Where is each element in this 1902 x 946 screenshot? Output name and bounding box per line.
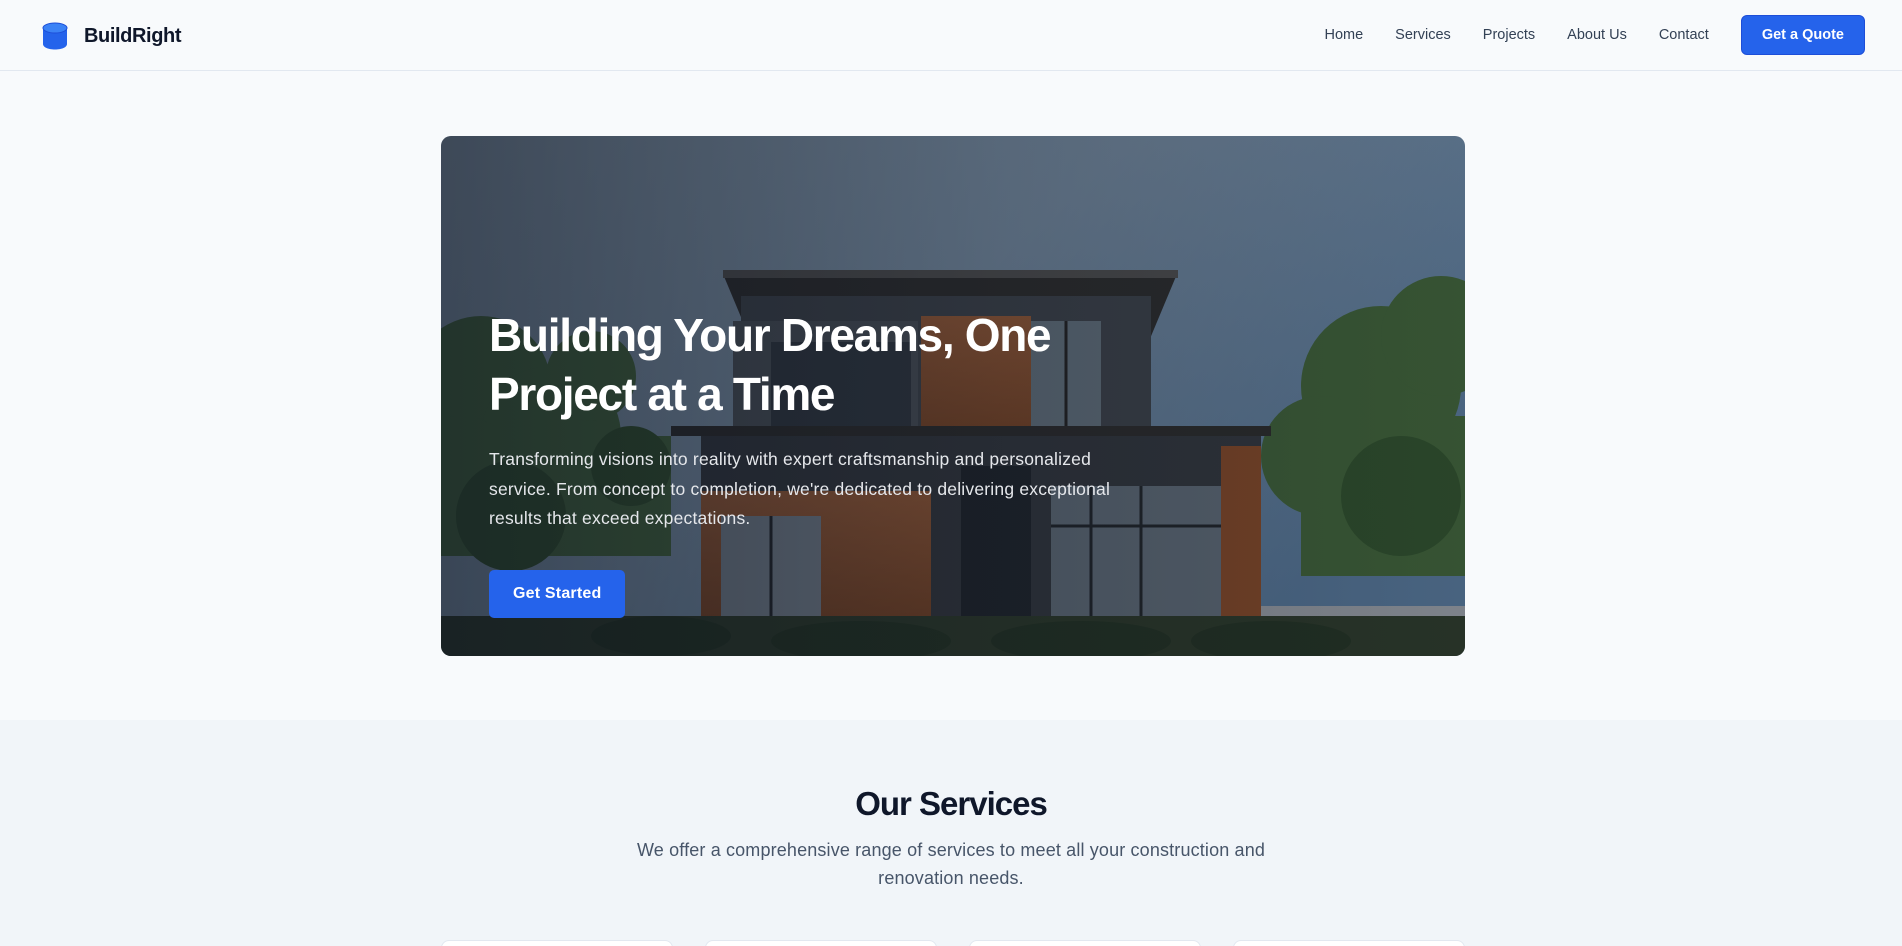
nav-link-services[interactable]: Services [1395, 27, 1451, 43]
services-section: Our Services We offer a comprehensive ra… [0, 720, 1902, 946]
nav-link-contact[interactable]: Contact [1659, 27, 1709, 43]
brand-logo[interactable]: BuildRight [42, 21, 181, 51]
site-header: BuildRight Home Services Projects About … [0, 0, 1902, 71]
nav-link-projects[interactable]: Projects [1483, 27, 1535, 43]
nav-link-about-us[interactable]: About Us [1567, 27, 1627, 43]
nav-link-home[interactable]: Home [1324, 27, 1363, 43]
service-card[interactable] [969, 940, 1201, 946]
get-started-button[interactable]: Get Started [489, 569, 626, 618]
hero-banner: Building Your Dreams, One Project at a T… [441, 136, 1465, 656]
services-description: We offer a comprehensive range of servic… [636, 840, 1266, 888]
hero-description: Transforming visions into reality with e… [489, 449, 1111, 528]
service-card[interactable] [705, 940, 937, 946]
main-nav: Home Services Projects About Us Contact … [1324, 15, 1865, 55]
hero-content: Building Your Dreams, One Project at a T… [489, 306, 1129, 618]
database-cylinder-icon [42, 22, 68, 50]
get-a-quote-button[interactable]: Get a Quote [1740, 15, 1865, 55]
service-card[interactable] [1233, 940, 1465, 946]
brand-name: BuildRight [84, 24, 182, 47]
services-title: Our Services [855, 785, 1048, 822]
hero-title: Building Your Dreams, One Project at a T… [489, 309, 1052, 420]
service-card[interactable] [441, 940, 673, 946]
